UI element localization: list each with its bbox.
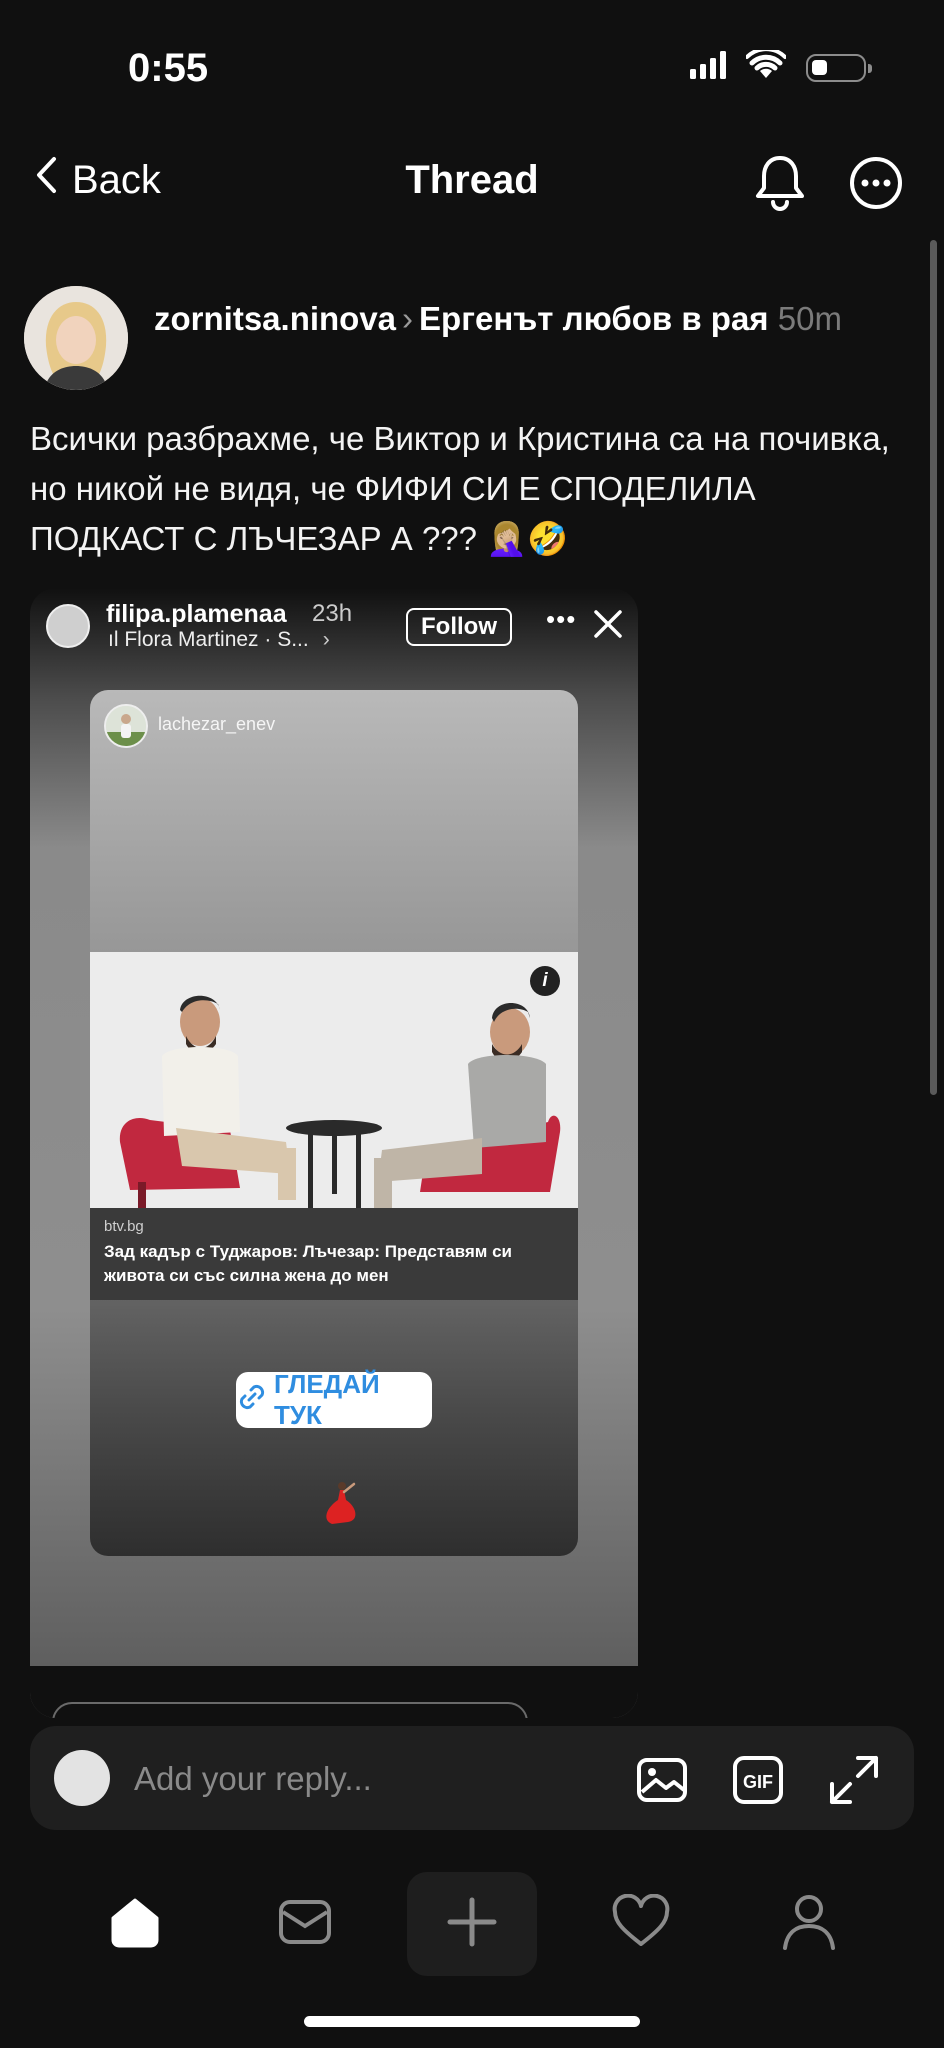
reply-avatar (54, 1750, 110, 1806)
dancer-sticker (318, 1480, 362, 1533)
expand-icon[interactable] (826, 1752, 882, 1808)
post-text: Всички разбрахме, че Виктор и Кристина с… (30, 420, 890, 557)
inbox-icon (277, 1894, 333, 1955)
watch-here-button[interactable]: ГЛЕДАЙ ТУК (236, 1369, 432, 1430)
info-icon[interactable]: i (530, 966, 560, 996)
home-indicator (304, 2016, 640, 2027)
more-icon[interactable] (848, 155, 904, 216)
link-domain: btv.bg (104, 1218, 144, 1235)
story-music[interactable]: ıl Flora Martinez · S... › (108, 628, 330, 652)
chevron-right-icon: › (402, 300, 414, 337)
watch-here-label: ГЛЕДАЙ ТУК (274, 1369, 380, 1430)
author-avatar[interactable] (24, 286, 128, 390)
chevron-right-icon: › (322, 628, 330, 651)
gif-icon[interactable]: GIF (730, 1752, 786, 1808)
reply-bar: GIF (30, 1726, 914, 1830)
music-bars-icon: ıl (108, 628, 125, 651)
author-username[interactable]: zornitsa.ninova (154, 300, 396, 337)
tab-home[interactable] (80, 1872, 190, 1976)
tab-create[interactable] (407, 1872, 537, 1976)
profile-icon (781, 1892, 837, 1957)
status-time: 0:55 (128, 46, 209, 90)
podcast-photo (90, 952, 578, 1208)
story-avatar[interactable] (46, 604, 90, 648)
image-icon[interactable] (634, 1752, 690, 1808)
close-icon[interactable] (592, 608, 624, 645)
scrollbar[interactable] (930, 240, 937, 1095)
post-time: 50m (777, 300, 842, 337)
battery-icon (806, 53, 872, 82)
bell-icon[interactable] (752, 152, 808, 217)
tab-inbox[interactable] (250, 1872, 360, 1976)
heart-icon (611, 1893, 671, 1955)
tab-profile[interactable] (754, 1872, 864, 1976)
link-title: Зад кадър с Туджаров: Лъчезар: Представя… (104, 1242, 513, 1285)
reshared-post[interactable]: lachezar_enev i btv.bg Зад кадър с Туджа… (90, 690, 578, 1556)
plus-icon (444, 1894, 500, 1955)
reply-input[interactable] (132, 1752, 476, 1806)
shared-story-card[interactable]: filipa.plamenaa 23h ıl Flora Martinez · … (30, 588, 638, 1718)
story-more-icon[interactable]: ••• (546, 604, 576, 635)
wifi-icon (745, 47, 787, 85)
link-preview[interactable]: btv.bg Зад кадър с Туджаров: Лъчезар: Пр… (90, 1208, 578, 1300)
home-icon (107, 1894, 163, 1955)
link-icon (236, 1381, 268, 1420)
inner-username[interactable]: lachezar_enev (158, 714, 275, 735)
story-username[interactable]: filipa.plamenaa (106, 600, 287, 629)
story-message-field[interactable] (52, 1702, 528, 1718)
svg-text:GIF: GIF (743, 1772, 773, 1792)
tab-activity[interactable] (586, 1872, 696, 1976)
follow-button[interactable]: Follow (406, 608, 512, 646)
community-name[interactable]: Ергенът любов в рая (419, 300, 769, 337)
inner-avatar[interactable] (104, 704, 148, 748)
story-music-label: Flora Martinez · S... (124, 628, 309, 651)
post-author-line: zornitsa.ninova › Ергенът любов в рая 50m (154, 294, 874, 344)
signal-icon (690, 51, 726, 84)
status-icons (690, 47, 872, 85)
story-time: 23h (312, 600, 353, 627)
